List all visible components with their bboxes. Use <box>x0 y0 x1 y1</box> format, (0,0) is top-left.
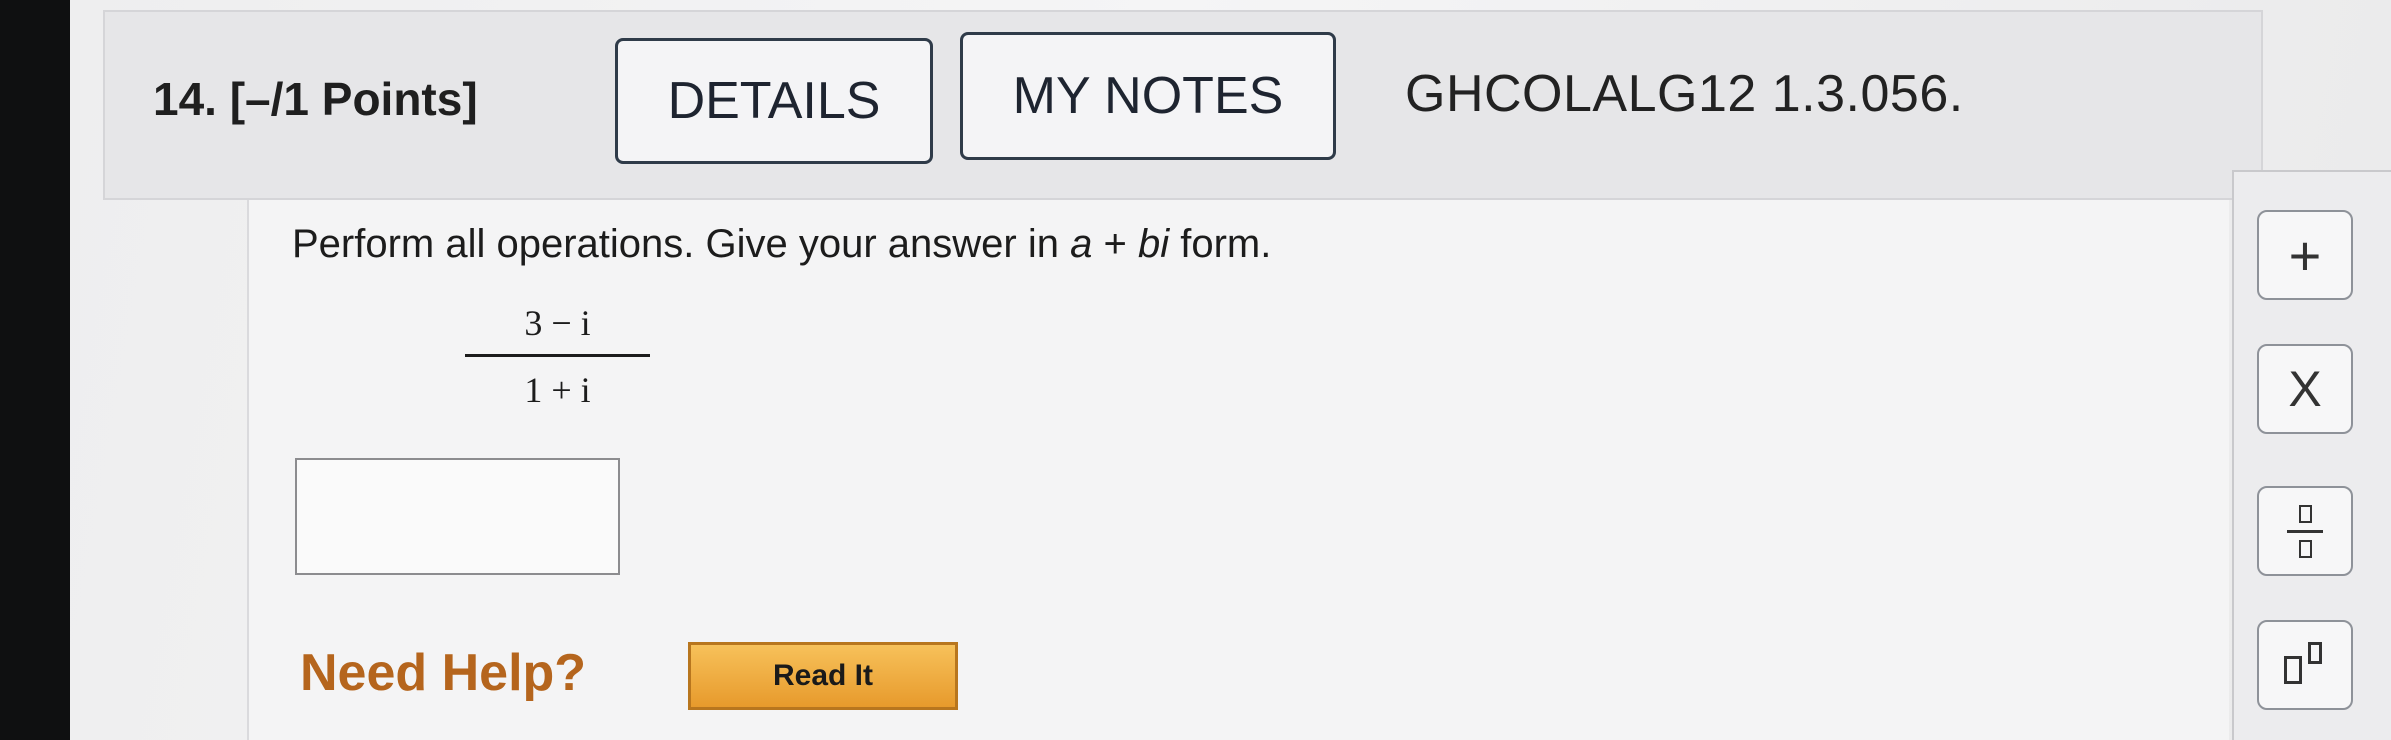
problem-id: GHCOLALG12 1.3.056. <box>1405 65 1964 123</box>
fraction-bar <box>465 354 650 357</box>
fraction-icon <box>2287 504 2323 558</box>
fraction-denominator: 1 + i <box>524 370 591 410</box>
prompt-plus: + <box>1092 222 1138 266</box>
answer-input[interactable] <box>295 458 620 575</box>
exponent-button[interactable] <box>2257 620 2353 710</box>
prompt-var-bi: bi <box>1137 222 1170 266</box>
plus-button[interactable]: + <box>2257 210 2353 300</box>
exponent-icon-power <box>2308 642 2322 664</box>
exponent-icon <box>2280 642 2330 688</box>
details-button[interactable]: DETAILS <box>615 38 933 164</box>
prompt-var-a: a <box>1070 222 1093 266</box>
prompt-text-start: Perform all operations. Give your answer… <box>292 222 1071 266</box>
exponent-icon-base <box>2284 656 2302 684</box>
prompt-text-end: form. <box>1169 222 1272 266</box>
question-label: 14. [–/1 Points] <box>153 73 478 125</box>
fraction-icon-top <box>2298 504 2312 523</box>
fraction-numerator: 3 − i <box>524 303 591 343</box>
screen-bezel <box>0 0 70 740</box>
problem-prompt: Perform all operations. Give your answer… <box>292 222 1271 267</box>
fraction-icon-line <box>2287 529 2323 533</box>
expression-fraction: 3 − i 1 + i <box>465 298 650 415</box>
fraction-button[interactable] <box>2257 486 2353 576</box>
need-help-label: Need Help? <box>300 644 587 702</box>
fraction-icon-bottom <box>2298 539 2312 558</box>
my-notes-button[interactable]: MY NOTES <box>960 32 1336 160</box>
times-button[interactable]: X <box>2257 344 2353 434</box>
read-it-button[interactable]: Read It <box>688 642 958 710</box>
